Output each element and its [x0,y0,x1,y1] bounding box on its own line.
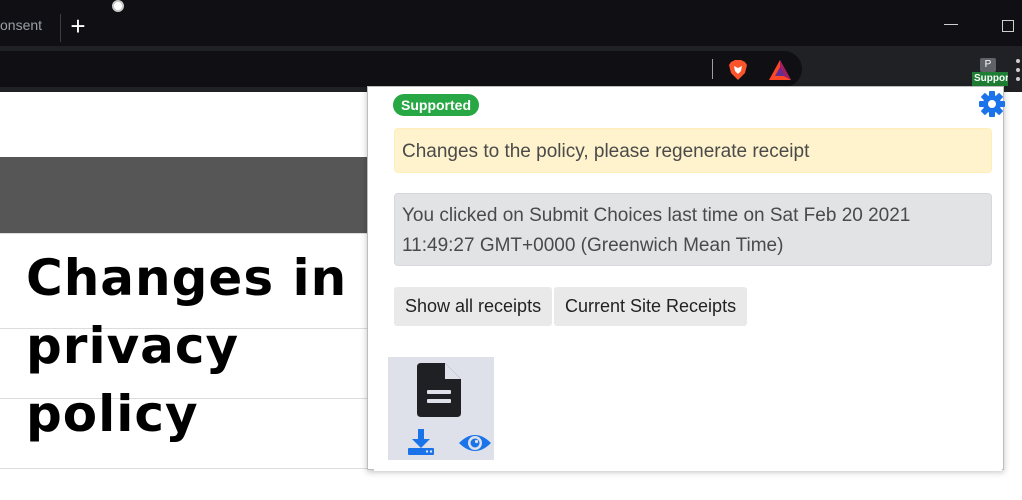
receipt-card [388,357,494,460]
address-bar[interactable] [0,51,802,87]
page-banner [0,157,368,234]
last-choice-info: You clicked on Submit Choices last time … [394,193,992,266]
popup-body: Supported Changes to the policy, please … [374,87,1005,471]
brave-shields-icon[interactable] [727,59,749,81]
browser-menu-icon[interactable] [1014,56,1022,84]
status-badge: Supported [393,94,479,116]
tab-divider [60,14,61,42]
divider [0,468,368,469]
extension-popup: Supported Changes to the policy, please … [367,86,1005,471]
site-url-field[interactable] [541,93,921,123]
extension-icon: P [980,58,996,72]
window-drag-handle[interactable] [112,0,124,12]
download-icon[interactable] [406,427,436,457]
address-bar-divider [712,59,713,79]
document-icon [417,363,461,417]
new-tab-button[interactable]: + [66,11,90,41]
extension-badge: Supported [972,72,1008,86]
divider [0,233,368,234]
current-site-receipts-button[interactable]: Current Site Receipts [554,287,748,326]
minimize-button[interactable] [944,24,958,25]
page-title: Changes in privacy policy [26,249,348,443]
tab-title[interactable]: onsent [0,17,42,33]
policy-change-alert: Changes to the policy, please regenerate… [394,128,992,173]
brave-rewards-icon[interactable] [768,59,792,81]
tab-strip: onsent + [0,0,1022,46]
restore-button[interactable] [1002,20,1014,32]
extension-button[interactable]: P Supported [970,52,1008,88]
gear-icon[interactable] [978,90,1006,118]
show-all-receipts-button[interactable]: Show all receipts [394,287,553,326]
eye-icon[interactable] [458,431,492,455]
